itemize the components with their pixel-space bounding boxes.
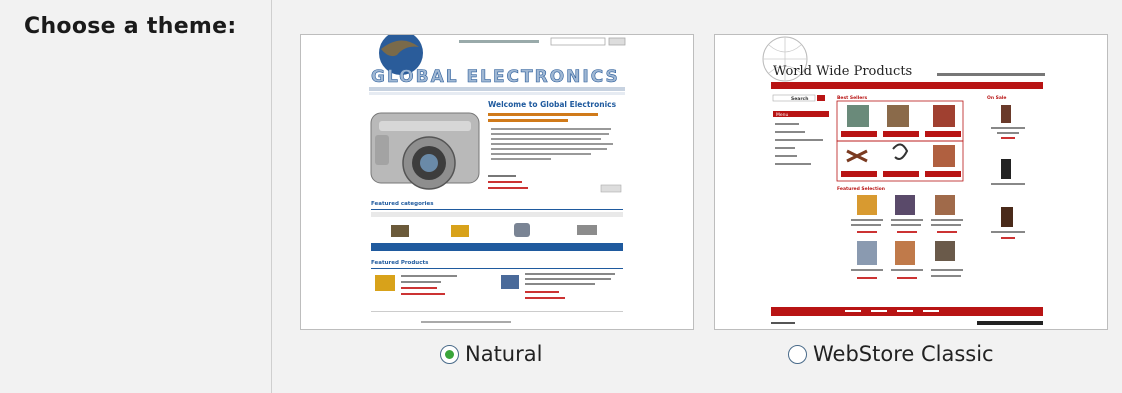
- label-cell: Choose a theme:: [0, 0, 272, 393]
- webstore-classic-radio-button[interactable]: [788, 344, 807, 364]
- natural-welcome-text: Welcome to Global Electronics: [488, 100, 617, 109]
- natural-logo-text: GLOBAL ELECTRONICS: [371, 67, 620, 87]
- webstore-classic-theme-label: WebStore Classic: [813, 342, 994, 366]
- theme-preview-webstore-classic[interactable]: World Wide Products Search Menu Best Sel…: [714, 34, 1108, 330]
- webstore-on-sale: On Sale: [987, 95, 1006, 101]
- webstore-menu-label: Menu: [776, 112, 789, 118]
- natural-featured-categories: Featured categories: [371, 201, 434, 207]
- webstore-featured-items: Featured Selection: [837, 186, 885, 192]
- webstore-preview-image: World Wide Products Search Menu Best Sel…: [715, 35, 1107, 329]
- natural-featured-products: Featured Products: [371, 260, 429, 266]
- theme-chooser-label: Choose a theme:: [24, 14, 237, 39]
- radio-selected-dot: [445, 349, 454, 359]
- natural-radio-button[interactable]: [440, 344, 459, 364]
- theme-option-natural[interactable]: Natural: [440, 340, 542, 368]
- theme-preview-natural[interactable]: GLOBAL ELECTRONICS Welcome to Global Ele…: [300, 34, 694, 330]
- theme-option-webstore-classic[interactable]: WebStore Classic: [788, 340, 994, 368]
- webstore-best-sellers: Best Sellers: [837, 95, 868, 101]
- natural-preview-image: GLOBAL ELECTRONICS Welcome to Global Ele…: [301, 35, 693, 329]
- natural-theme-label: Natural: [465, 342, 543, 366]
- webstore-logo-text: World Wide Products: [773, 64, 912, 79]
- webstore-search-label: Search: [791, 96, 808, 102]
